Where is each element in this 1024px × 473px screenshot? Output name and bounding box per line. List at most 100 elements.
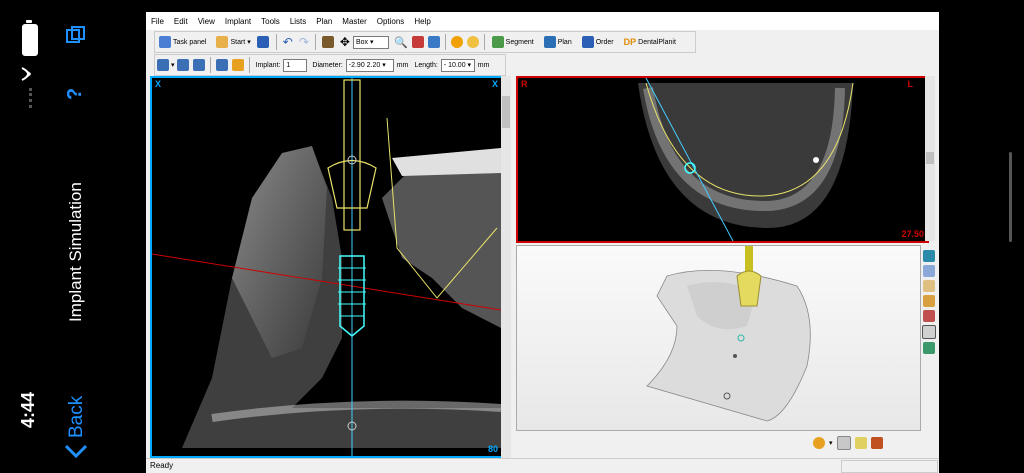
axial-left-marker: L [907, 79, 914, 89]
menu-master[interactable]: Master [337, 12, 371, 26]
segment-label: Segment [505, 38, 534, 46]
diameter-label: Diameter: [312, 61, 343, 69]
length-dropdown[interactable]: - 10.00 ▾ [440, 58, 475, 72]
scan-icon[interactable] [321, 36, 334, 48]
zoom-reset-icon[interactable] [411, 36, 424, 48]
chevron-down-icon[interactable]: ▾ [171, 61, 175, 69]
cube-icon[interactable] [923, 342, 935, 354]
plan-icon [543, 36, 556, 48]
menu-bar: File Edit View Implant Tools Lists Plan Master O… [146, 12, 939, 30]
menu-tools[interactable]: Tools [256, 12, 285, 26]
diameter-value: -2.90 2.20 [348, 61, 381, 69]
nerve-icon[interactable] [923, 310, 935, 322]
segment-icon [491, 36, 504, 48]
wifi-icon [21, 67, 31, 81]
axial-scrollbar[interactable] [925, 76, 935, 241]
back-button[interactable]: Back [60, 380, 94, 465]
nerve-tool-icon[interactable] [215, 59, 228, 71]
task-panel-button[interactable]: Task panel [155, 32, 210, 52]
redo-icon[interactable]: ↷ [299, 35, 309, 49]
menu-options[interactable]: Options [372, 12, 410, 26]
diameter-dropdown[interactable]: -2.90 2.20 ▾ [345, 58, 394, 72]
length-value: - 10.00 [443, 61, 466, 69]
window-scroll-handle[interactable] [1009, 152, 1012, 242]
scrollbar-thumb[interactable] [502, 96, 510, 128]
start-button[interactable]: Start ▾ [212, 32, 254, 52]
cart-icon [581, 36, 594, 48]
cross-section-icon[interactable] [836, 436, 851, 450]
plan-button[interactable]: Plan [540, 32, 576, 52]
select-mode-value: Box [355, 38, 369, 46]
menu-file[interactable]: File [146, 12, 169, 26]
head-icon[interactable] [813, 437, 825, 449]
fork-tool-icon[interactable] [192, 59, 205, 71]
axial-view[interactable]: R L 27.50 [516, 76, 929, 243]
layer-icon[interactable] [923, 250, 935, 262]
save-icon[interactable] [256, 36, 269, 48]
fit-view-icon[interactable] [427, 36, 440, 48]
menu-view[interactable]: View [193, 12, 220, 26]
3d-mandible-model [646, 246, 811, 422]
status-text: Ready [150, 461, 174, 470]
order-label: Order [595, 38, 614, 46]
cross-section-view[interactable]: X X 80 [150, 76, 503, 458]
crown-icon[interactable] [923, 295, 935, 307]
select-mode-dropdown[interactable]: Box ▾ [352, 35, 389, 49]
chevron-left-icon [64, 444, 88, 459]
page-title: Implant Simulation [66, 182, 85, 322]
dentalplanit-label: DentalPlanit [638, 38, 676, 46]
handle-dots [29, 88, 35, 108]
bone-icon[interactable] [923, 265, 935, 277]
teeth-icon[interactable] [923, 280, 935, 292]
back-label: Back [66, 395, 87, 438]
cross-section-scrollbar[interactable] [501, 76, 511, 458]
diameter-unit: mm [396, 61, 409, 69]
implant-toolbar: ▾ Implant: 1 Diameter: -2.90 2.20 ▾ mm L… [154, 54, 506, 76]
segment-button[interactable]: Segment [488, 32, 538, 52]
scrollbar-thumb[interactable] [926, 152, 934, 164]
menu-plan[interactable]: Plan [311, 12, 337, 26]
axial-slice-value: 27.50 [901, 229, 924, 239]
start-icon [216, 36, 229, 48]
menu-lists[interactable]: Lists [285, 12, 311, 26]
plan-label: Plan [557, 38, 572, 46]
help-icon[interactable]: ? [64, 88, 87, 100]
tooth-icon[interactable] [854, 437, 867, 449]
info-icon[interactable] [450, 36, 463, 48]
view-left-label: X [155, 79, 162, 89]
order-button[interactable]: Order [578, 32, 618, 52]
status-field [841, 460, 938, 473]
drill-icon[interactable] [870, 437, 883, 449]
battery-icon [22, 24, 38, 56]
clock-time: 4:44 [18, 391, 38, 428]
menu-edit[interactable]: Edit [169, 12, 193, 26]
move-icon[interactable]: ✥ [340, 35, 350, 49]
implant-tool-icon[interactable] [157, 59, 169, 71]
3d-toolbar: ▾ [813, 432, 913, 454]
phone-side-bar: ? Implant Simulation 4:44 Back [0, 0, 100, 473]
length-unit: mm [477, 61, 490, 69]
measure-tool-icon[interactable] [231, 59, 244, 71]
menu-help[interactable]: Help [409, 12, 435, 26]
view-right-label: X [491, 79, 498, 89]
start-label: Start [230, 38, 246, 46]
implant-number-field[interactable]: 1 [283, 58, 308, 72]
tabs-icon[interactable] [64, 24, 88, 48]
view-tools-column [921, 247, 937, 367]
app-window: File Edit View Implant Tools Lists Plan Master O… [146, 12, 939, 473]
cross-section-image [151, 78, 502, 456]
chevron-down-icon: ▾ [247, 39, 251, 46]
pan-icon[interactable] [466, 36, 479, 48]
dentalplanit-button[interactable]: DP DentalPlanit [620, 32, 680, 52]
menu-implant[interactable]: Implant [220, 12, 256, 26]
zoom-icon[interactable]: 🔍 [394, 36, 408, 49]
implant-label: Implant: [255, 61, 281, 69]
undo-icon[interactable]: ↶ [283, 35, 293, 49]
rotate-icon[interactable] [922, 325, 936, 339]
task-panel-label: Task panel [173, 38, 207, 46]
abutment-tool-icon[interactable] [176, 59, 189, 71]
axial-image [638, 77, 854, 242]
3d-view[interactable] [516, 245, 921, 431]
chevron-down-icon[interactable]: ▾ [829, 439, 833, 447]
task-panel-icon [159, 36, 171, 48]
